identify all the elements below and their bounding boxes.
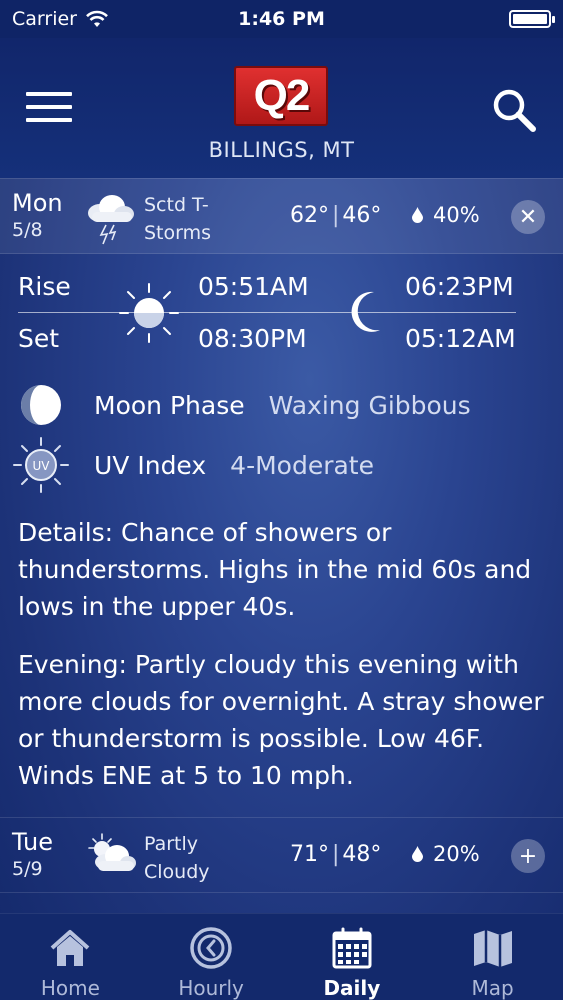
day-name: Tue	[12, 828, 53, 856]
high-temp: 71°	[290, 842, 329, 867]
moon-phase-value: Waxing Gibbous	[268, 390, 471, 420]
menu-button[interactable]	[26, 92, 72, 126]
partly-cloudy-icon	[88, 833, 136, 871]
map-icon	[473, 930, 512, 967]
rise-label: Rise	[18, 272, 71, 301]
high-temp: 62°	[290, 203, 329, 228]
station-logo: Q2	[234, 66, 328, 126]
precip-value: 20%	[433, 842, 480, 866]
precip-value: 40%	[433, 203, 480, 227]
wifi-icon	[86, 10, 108, 27]
moonset-time: 05:12AM	[405, 324, 516, 353]
horizon-line	[18, 312, 516, 313]
day-date-number: 5/9	[12, 858, 43, 880]
moon-phase-row: Moon Phase Waxing Gibbous	[18, 382, 471, 428]
precip-chance: 20%	[412, 842, 480, 866]
menu-icon-bar	[26, 118, 72, 122]
moonrise-time: 06:23PM	[405, 272, 514, 301]
day-details-text: Details: Chance of showers or thundersto…	[18, 518, 532, 621]
day-date-number: 5/8	[12, 219, 43, 241]
condition-line-2: Storms	[144, 222, 212, 244]
uv-index-value: 4-Moderate	[230, 450, 374, 480]
tab-home[interactable]: Home	[0, 914, 141, 1000]
condition-line-1: Partly	[144, 833, 199, 855]
status-left: Carrier	[12, 8, 109, 30]
moon-phase-label: Moon Phase	[94, 390, 245, 420]
temp-separator: |	[332, 842, 340, 867]
tab-map[interactable]: Map	[422, 914, 563, 1000]
condition-line-2: Cloudy	[144, 861, 210, 883]
search-icon[interactable]	[490, 86, 538, 134]
day-row-monday[interactable]: Mon 5/8 Sctd T- Storms 62° | 46° 40% ✕	[0, 178, 563, 254]
clock-icon	[190, 927, 232, 969]
set-label: Set	[18, 324, 60, 353]
home-icon	[51, 930, 90, 966]
tab-label: Map	[471, 976, 514, 1000]
uv-icon-text: UV	[33, 459, 51, 473]
menu-icon-bar	[26, 105, 72, 109]
day-date: Mon 5/8	[12, 189, 82, 243]
tab-label: Daily	[323, 976, 381, 1000]
raindrop-icon	[412, 207, 423, 223]
tab-daily[interactable]: Daily	[282, 914, 423, 1000]
temp-separator: |	[332, 203, 340, 228]
expand-button[interactable]: +	[511, 839, 545, 873]
day-row-tuesday[interactable]: Tue 5/9 Partly Cloudy 71° | 48° 20% +	[0, 817, 563, 893]
tab-label: Home	[40, 976, 100, 1000]
collapse-button[interactable]: ✕	[511, 200, 545, 234]
low-temp: 48°	[342, 842, 382, 867]
day-date: Tue 5/9	[12, 828, 82, 882]
precip-chance: 40%	[412, 203, 480, 227]
moon-phase-icon	[21, 385, 61, 425]
condition-line-1: Sctd T-	[144, 194, 209, 216]
day-condition: Sctd T- Storms	[144, 191, 254, 247]
tab-hourly[interactable]: Hourly	[141, 914, 282, 1000]
calendar-icon	[332, 927, 372, 969]
tab-bar: Home Hourly Daily Map	[0, 913, 563, 1000]
day-condition: Partly Cloudy	[144, 830, 254, 886]
sunset-time: 08:30PM	[198, 324, 307, 353]
raindrop-icon	[412, 846, 423, 862]
low-temp: 46°	[342, 203, 382, 228]
sunrise-time: 05:51AM	[198, 272, 309, 301]
carrier-label: Carrier	[12, 8, 77, 30]
sun-icon	[119, 283, 179, 343]
thunderstorm-icon	[88, 195, 134, 245]
sun-moon-times: Rise Set 05:51AM 08:30PM 06:23PM 05:12AM	[0, 262, 563, 362]
status-bar: Carrier 1:46 PM	[0, 0, 563, 38]
app-header: Q2 BILLINGS, MT	[0, 38, 563, 178]
location-label: BILLINGS, MT	[208, 138, 355, 162]
day-name: Mon	[12, 189, 63, 217]
uv-index-label: UV Index	[94, 450, 207, 480]
day-temperatures: 62° | 46°	[290, 203, 381, 228]
evening-details-text: Evening: Partly cloudy this evening with…	[18, 650, 544, 790]
menu-icon-bar	[26, 92, 72, 96]
battery-icon	[509, 10, 555, 28]
moon-icon	[351, 291, 380, 332]
uv-icon: UV	[13, 437, 69, 493]
tab-label: Hourly	[178, 976, 244, 1000]
uv-index-row: UV UV Index 4-Moderate	[13, 436, 374, 494]
day-temperatures: 71° | 48°	[290, 842, 381, 867]
